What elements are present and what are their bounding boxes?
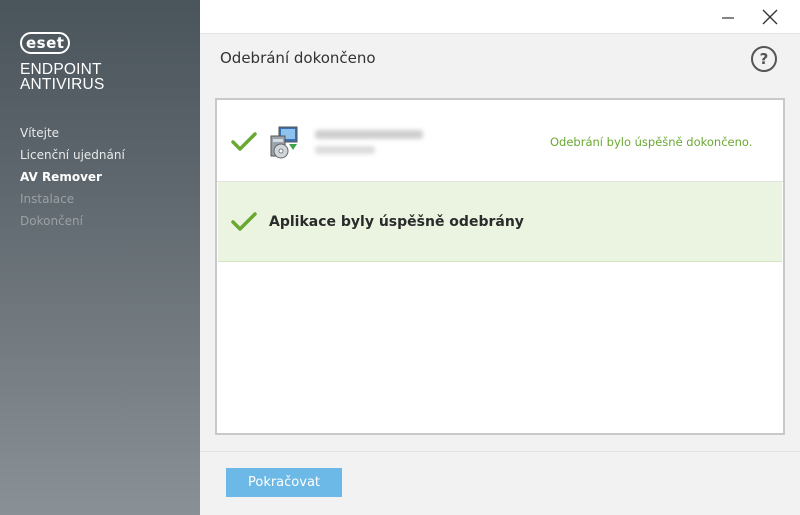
main-area: Odebrání dokončeno ? Odebrání bylo úspěš… (200, 0, 800, 515)
summary-text: Aplikace byly úspěšně odebrány (269, 214, 524, 230)
wizard-steps: Vítejte Licenční ujednání AV Remover Ins… (20, 122, 125, 232)
page-title: Odebrání dokončeno (220, 49, 376, 67)
step-welcome: Vítejte (20, 126, 60, 140)
close-button[interactable] (758, 6, 782, 28)
app-name-redacted (315, 130, 423, 139)
help-button[interactable]: ? (751, 46, 777, 72)
installer-icon (270, 126, 298, 159)
minimize-button[interactable] (716, 6, 740, 28)
summary-row: Aplikace byly úspěšně odebrány (218, 182, 782, 262)
removal-status-text: Odebrání bylo úspěšně dokončeno. (550, 135, 753, 149)
title-bar (200, 0, 800, 33)
app-version-redacted (315, 146, 375, 154)
step-installation: Instalace (20, 192, 75, 206)
footer: Pokračovat (200, 451, 800, 515)
checkmark-icon (231, 132, 257, 151)
sidebar: eset ENDPOINT ANTIVIRUS Vítejte Licenční… (0, 0, 200, 515)
step-completion: Dokončení (20, 214, 83, 228)
logo-text: eset (20, 32, 71, 54)
eset-logo: eset (20, 32, 71, 54)
checkmark-icon (231, 212, 257, 231)
minimize-icon (722, 17, 734, 19)
continue-button[interactable]: Pokračovat (226, 468, 342, 497)
product-name: ENDPOINT ANTIVIRUS (20, 61, 190, 93)
close-icon (762, 9, 778, 25)
product-name-line1: ENDPOINT (20, 61, 102, 78)
step-license: Licenční ujednání (20, 148, 125, 162)
removed-app-row: Odebrání bylo úspěšně dokončeno. (217, 100, 783, 182)
step-av-remover: AV Remover (20, 170, 102, 184)
product-name-line2: ANTIVIRUS (20, 76, 105, 93)
page-header: Odebrání dokončeno ? (200, 33, 800, 83)
results-panel: Odebrání bylo úspěšně dokončeno. Aplikac… (215, 98, 785, 435)
